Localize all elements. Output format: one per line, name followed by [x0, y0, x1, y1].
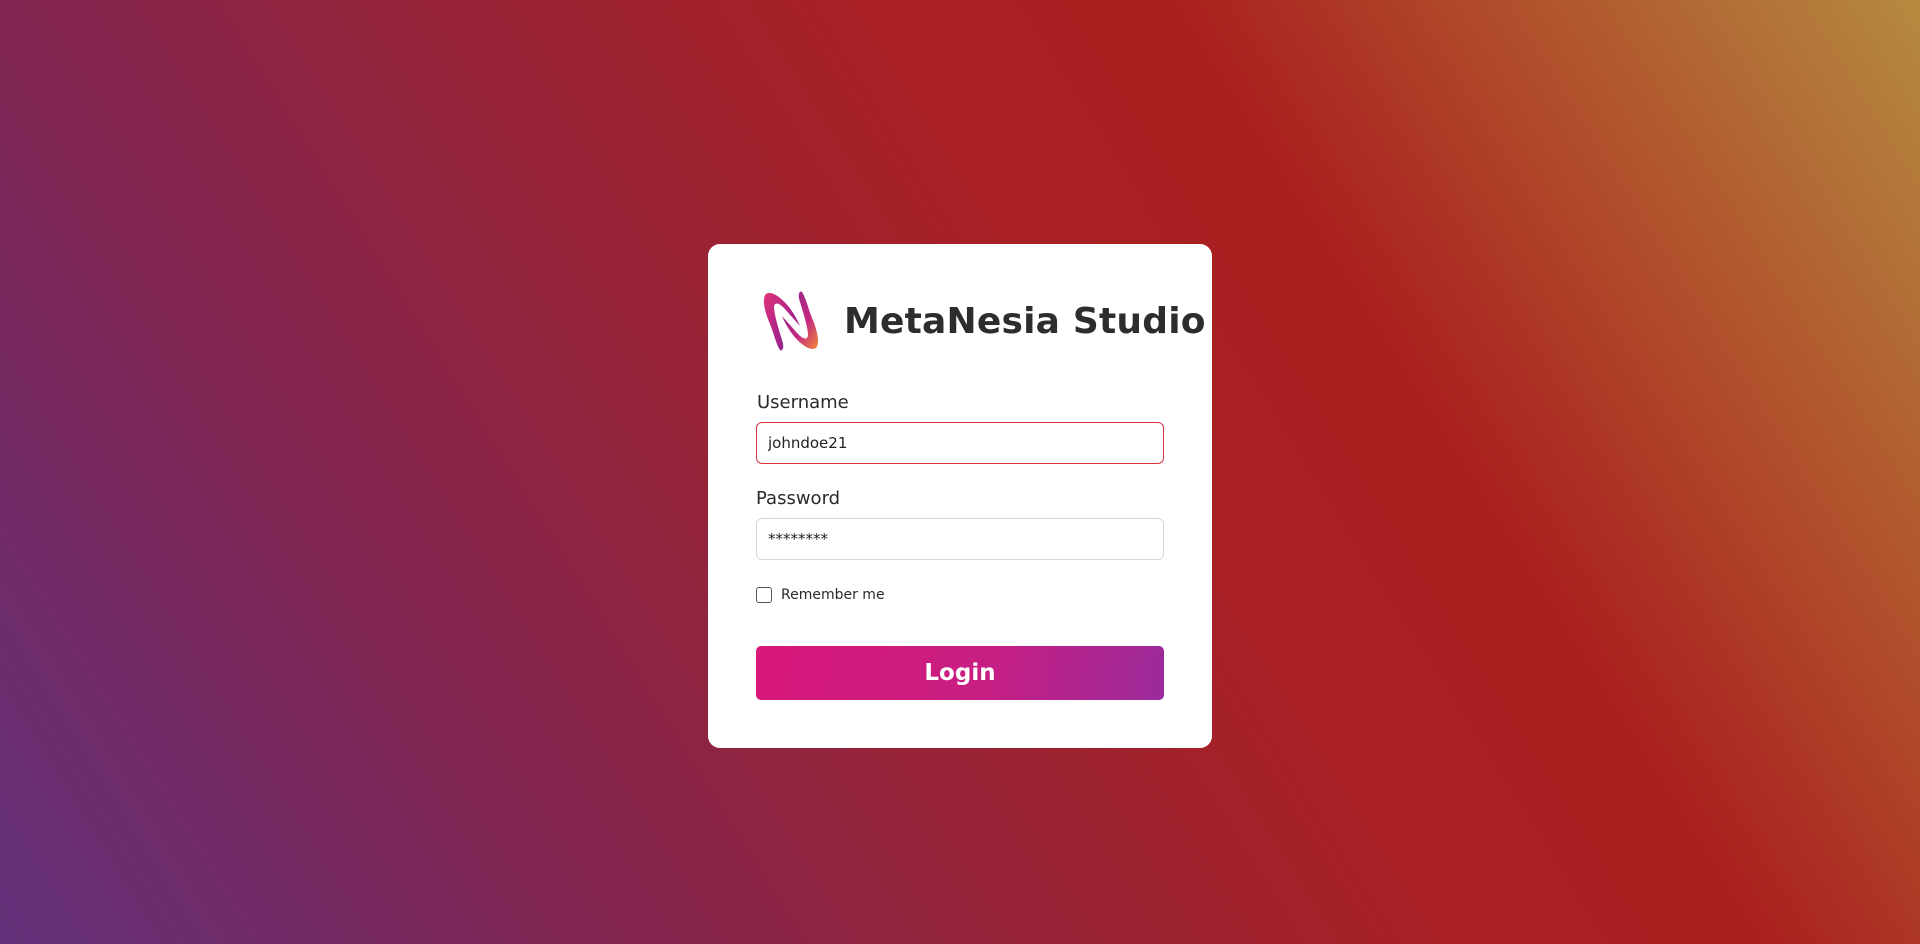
brand-header: MetaNesia Studio [760, 290, 1206, 352]
brand-name: MetaNesia Studio [844, 300, 1206, 342]
remember-me-label[interactable]: Remember me [781, 587, 885, 603]
password-input[interactable] [756, 518, 1164, 560]
login-button[interactable]: Login [756, 646, 1164, 700]
username-input[interactable] [756, 422, 1164, 464]
username-label: Username [757, 392, 849, 413]
login-card: MetaNesia Studio Username Password Remem… [708, 244, 1212, 748]
password-label: Password [756, 488, 841, 509]
remember-me-checkbox[interactable] [756, 587, 772, 603]
remember-me-row[interactable]: Remember me [756, 587, 885, 603]
metanesia-logo-icon [763, 291, 819, 351]
